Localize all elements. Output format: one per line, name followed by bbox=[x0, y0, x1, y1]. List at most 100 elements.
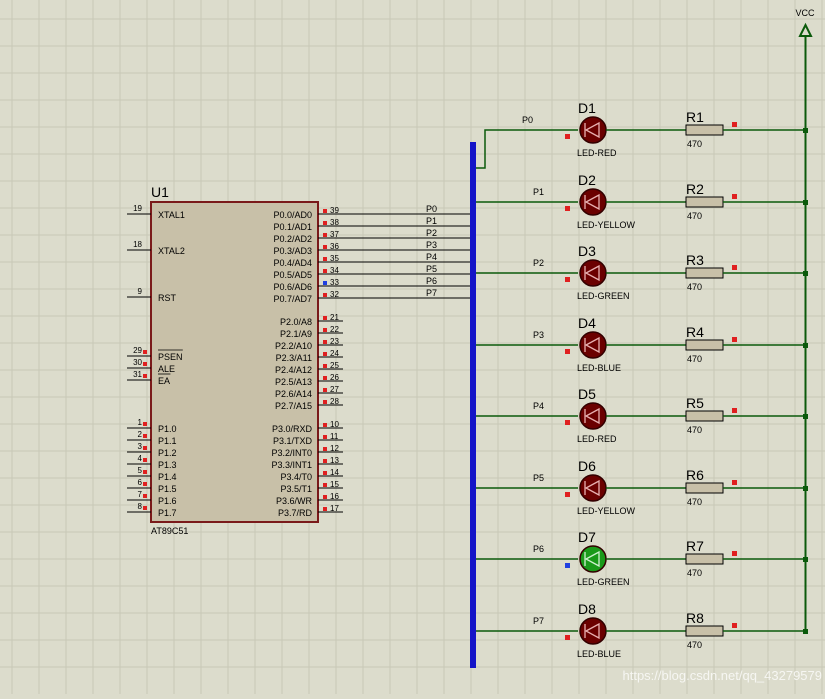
junction-dot bbox=[803, 486, 808, 491]
resistor-r3[interactable] bbox=[685, 267, 724, 279]
led-type-label: LED-YELLOW bbox=[577, 220, 636, 230]
pin-marker bbox=[323, 388, 327, 392]
resistor-r4[interactable] bbox=[685, 339, 724, 351]
resistor-ref-label: R3 bbox=[686, 252, 704, 268]
led-type-label: LED-BLUE bbox=[577, 649, 621, 659]
mcu-pin-number: 7 bbox=[138, 490, 143, 499]
mcu-pin-number: 38 bbox=[330, 218, 339, 227]
pin-marker bbox=[323, 221, 327, 225]
pin-marker bbox=[732, 337, 737, 342]
led-d6[interactable] bbox=[579, 474, 607, 502]
net-label: P7 bbox=[426, 288, 437, 298]
led-d1[interactable] bbox=[579, 116, 607, 144]
mcu-pin-number: 1 bbox=[138, 418, 143, 427]
led-ref-label: D2 bbox=[578, 172, 596, 188]
resistor-value-label: 470 bbox=[687, 497, 702, 507]
mcu-pin-name: P0.2/AD2 bbox=[273, 234, 312, 244]
mcu-pin-number: 35 bbox=[330, 254, 339, 263]
led-row: P2 D3 LED-GREEN R3 470 bbox=[476, 243, 808, 301]
led-d5[interactable] bbox=[579, 402, 607, 430]
pin-marker bbox=[732, 122, 737, 127]
schematic-canvas[interactable]: VCC U1 AT89C51 19 XTAL1 18 XTAL2 9 RST 29 PSEN 3… bbox=[0, 0, 825, 694]
mcu-pin-name: P0.1/AD1 bbox=[273, 222, 312, 232]
pin-marker bbox=[323, 364, 327, 368]
resistor-r1[interactable] bbox=[685, 124, 724, 136]
mcu-pin-number: 4 bbox=[138, 454, 143, 463]
mcu-u1[interactable]: U1 AT89C51 19XTAL118XTAL29RST29PSEN30ALE… bbox=[127, 184, 343, 536]
pin-marker bbox=[565, 134, 570, 139]
pin-marker bbox=[323, 257, 327, 261]
vcc-terminal[interactable]: VCC bbox=[795, 8, 815, 37]
pin-marker bbox=[323, 507, 327, 511]
pin-marker bbox=[143, 374, 147, 378]
net-label: P4 bbox=[426, 252, 437, 262]
pin-marker bbox=[323, 352, 327, 356]
mcu-pin-number: 23 bbox=[330, 337, 339, 346]
pin-marker bbox=[143, 446, 147, 450]
resistor-r7[interactable] bbox=[685, 553, 724, 565]
mcu-pin-name: P1.4 bbox=[158, 472, 177, 482]
mcu-pin-number: 14 bbox=[330, 468, 339, 477]
mcu-pin-name: P0.0/AD0 bbox=[273, 210, 312, 220]
mcu-pin-number: 24 bbox=[330, 349, 339, 358]
mcu-pin-number: 21 bbox=[330, 313, 339, 322]
mcu-pin-number: 9 bbox=[138, 287, 143, 296]
led-body bbox=[579, 259, 607, 287]
pin-marker bbox=[732, 480, 737, 485]
mcu-pin-number: 12 bbox=[330, 444, 339, 453]
resistor-r2[interactable] bbox=[685, 196, 724, 208]
mcu-pin-name: P3.6/WR bbox=[276, 496, 313, 506]
mcu-pin-number: 18 bbox=[133, 240, 142, 249]
row-net-label: P2 bbox=[533, 258, 544, 268]
pin-marker bbox=[565, 420, 570, 425]
pin-marker bbox=[323, 483, 327, 487]
resistor-value-label: 470 bbox=[687, 139, 702, 149]
pin-marker bbox=[143, 362, 147, 366]
led-body bbox=[579, 331, 607, 359]
mcu-pin-number: 25 bbox=[330, 361, 339, 370]
mcu-pin-number: 5 bbox=[138, 466, 143, 475]
led-type-label: LED-YELLOW bbox=[577, 506, 636, 516]
pin-marker bbox=[323, 209, 327, 213]
net-label: P5 bbox=[426, 264, 437, 274]
row-net-label: P5 bbox=[533, 473, 544, 483]
led-d8[interactable] bbox=[579, 617, 607, 645]
resistor-r8[interactable] bbox=[685, 625, 724, 637]
pin-marker bbox=[323, 471, 327, 475]
mcu-pin-name: P3.3/INT1 bbox=[271, 460, 312, 470]
pin-marker bbox=[143, 350, 147, 354]
mcu-pin-name: RST bbox=[158, 293, 177, 303]
mcu-pin-name: P3.4/T0 bbox=[280, 472, 312, 482]
led-ref-label: D5 bbox=[578, 386, 596, 402]
led-ref-label: D7 bbox=[578, 529, 596, 545]
led-d4[interactable] bbox=[579, 331, 607, 359]
net-label: P1 bbox=[426, 216, 437, 226]
pin-marker bbox=[323, 269, 327, 273]
mcu-pin-number: 11 bbox=[330, 432, 339, 441]
row-wire[interactable] bbox=[476, 129, 578, 169]
row-net-label: P0 bbox=[522, 115, 533, 125]
pin-marker bbox=[732, 194, 737, 199]
mcu-pin-name: XTAL1 bbox=[158, 210, 185, 220]
net-label: P3 bbox=[426, 240, 437, 250]
row-net-label: P6 bbox=[533, 544, 544, 554]
mcu-pin-name: P2.2/A10 bbox=[275, 341, 312, 351]
mcu-pin-name: P0.7/AD7 bbox=[273, 294, 312, 304]
mcu-pin-number: 39 bbox=[330, 206, 339, 215]
resistor-value-label: 470 bbox=[687, 568, 702, 578]
resistor-r6[interactable] bbox=[685, 482, 724, 494]
mcu-pin-number: 13 bbox=[330, 456, 339, 465]
pin-marker bbox=[323, 435, 327, 439]
led-row: P7 D8 LED-BLUE R8 470 bbox=[476, 601, 808, 659]
net-label: P0 bbox=[426, 204, 437, 214]
led-body bbox=[579, 617, 607, 645]
mcu-pin-name: P3.7/RD bbox=[278, 508, 313, 518]
led-d3[interactable] bbox=[579, 259, 607, 287]
led-body bbox=[579, 116, 607, 144]
led-d2[interactable] bbox=[579, 188, 607, 216]
resistor-r5[interactable] bbox=[685, 410, 724, 422]
led-row: P3 D4 LED-BLUE R4 470 bbox=[476, 315, 808, 373]
mcu-pin-number: 31 bbox=[133, 370, 142, 379]
pin-marker bbox=[732, 265, 737, 270]
led-d7[interactable] bbox=[579, 545, 607, 573]
